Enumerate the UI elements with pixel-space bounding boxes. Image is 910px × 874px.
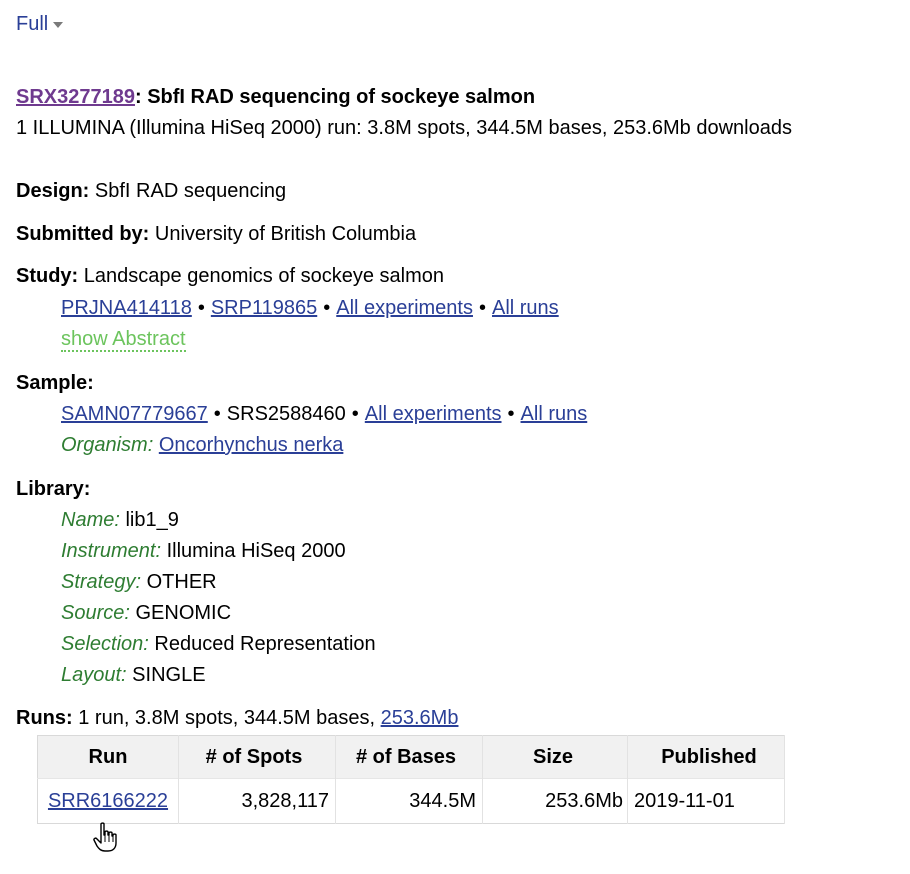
bioproject-link[interactable]: PRJNA414118 [61,297,192,319]
show-abstract-row: show Abstract [61,328,186,352]
sample-all-experiments-link[interactable]: All experiments [365,403,502,425]
library-strategy-label: Strategy: [61,571,142,593]
run-cell: SRR6166222 [37,778,179,824]
view-format-value: Full [16,13,49,35]
published-cell: 2019-11-01 [627,778,785,824]
sample-label: Sample: [16,372,94,394]
design-row: Design: SbfI RAD sequencing [16,180,286,203]
library-field: Layout: SINGLE [61,664,206,687]
column-header-published: Published [627,735,785,779]
bullet: • [507,403,515,425]
bullet: • [323,297,331,319]
library-strategy-value: OTHER [146,571,217,593]
study-links: PRJNA414118 • SRP119865 • All experiments • Al… [61,297,559,320]
experiment-header: SRX3277189: SbfI RAD sequencing of socke… [16,86,535,109]
submitted-by-label: Submitted by: [16,223,150,245]
hand-pointer-cursor-icon [93,822,117,852]
library-source-value: GENOMIC [135,602,232,624]
runs-row: Runs: 1 run, 3.8M spots, 344.5M bases, 2… [16,707,458,730]
title-colon: : [134,86,148,108]
run-accession-link[interactable]: SRR6166222 [48,790,168,812]
srp-link[interactable]: SRP119865 [211,297,317,319]
study-all-runs-link[interactable]: All runs [492,297,559,319]
library-layout-label: Layout: [61,664,127,686]
experiment-accession-link[interactable]: SRX3277189 [16,86,135,108]
library-selection-label: Selection: [61,633,149,655]
library-source-label: Source: [61,602,130,624]
sample-links: SAMN07779667 • SRS2588460 • All experiments •… [61,403,587,426]
bullet: • [213,403,221,425]
design-label: Design: [16,180,90,202]
submitted-by-row: Submitted by: University of British Colu… [16,223,416,246]
experiment-summary: 1 ILLUMINA (Illumina HiSeq 2000) run: 3.… [16,117,792,139]
library-label: Library: [16,478,91,500]
organism-link[interactable]: Oncorhynchus nerka [159,434,344,456]
study-value: Landscape genomics of sockeye salmon [83,265,444,287]
bullet: • [351,403,359,425]
library-instrument-value: Illumina HiSeq 2000 [166,540,346,562]
table-row: SRR6166222 3,828,117 344.5M 253.6Mb 2019… [37,778,785,824]
library-field: Selection: Reduced Representation [61,633,376,656]
srs-accession: SRS2588460 [226,403,346,425]
column-header-size: Size [482,735,628,779]
runs-label: Runs: [16,707,73,729]
submitted-by-value: University of British Columbia [154,223,417,245]
bases-cell: 344.5M [335,778,483,824]
spots-cell: 3,828,117 [178,778,336,824]
study-row: Study: Landscape genomics of sockeye sal… [16,265,444,288]
runs-summary: 1 run, 3.8M spots, 344.5M bases, [78,707,376,729]
library-layout-value: SINGLE [132,664,206,686]
chevron-down-icon [53,21,64,28]
bullet: • [197,297,205,319]
library-field: Instrument: Illumina HiSeq 2000 [61,540,346,563]
organism-label: Organism: [61,434,154,456]
library-field: Source: GENOMIC [61,602,231,625]
experiment-title: SbfI RAD sequencing of sockeye salmon [147,86,536,108]
column-header-bases: # of Bases [335,735,483,779]
column-header-spots: # of Spots [178,735,336,779]
view-format-dropdown[interactable]: Full [16,13,64,36]
biosample-link[interactable]: SAMN07779667 [61,403,208,425]
study-all-experiments-link[interactable]: All experiments [336,297,473,319]
table-header-row: Run # of Spots # of Bases Size Published [37,735,785,779]
runs-table: Run # of Spots # of Bases Size Published… [37,735,785,824]
organism-row: Organism: Oncorhynchus nerka [61,434,343,457]
show-abstract-toggle[interactable]: show Abstract [61,328,186,352]
library-field: Strategy: OTHER [61,571,217,594]
size-cell: 253.6Mb [482,778,628,824]
library-selection-value: Reduced Representation [154,633,376,655]
library-instrument-label: Instrument: [61,540,162,562]
library-name-label: Name: [61,509,120,531]
sample-all-runs-link[interactable]: All runs [521,403,588,425]
study-label: Study: [16,265,79,287]
runs-download-link[interactable]: 253.6Mb [381,707,459,729]
library-field: Name: lib1_9 [61,509,179,532]
design-value: SbfI RAD sequencing [94,180,287,202]
bullet: • [478,297,486,319]
library-name-value: lib1_9 [125,509,179,531]
column-header-run: Run [37,735,179,779]
